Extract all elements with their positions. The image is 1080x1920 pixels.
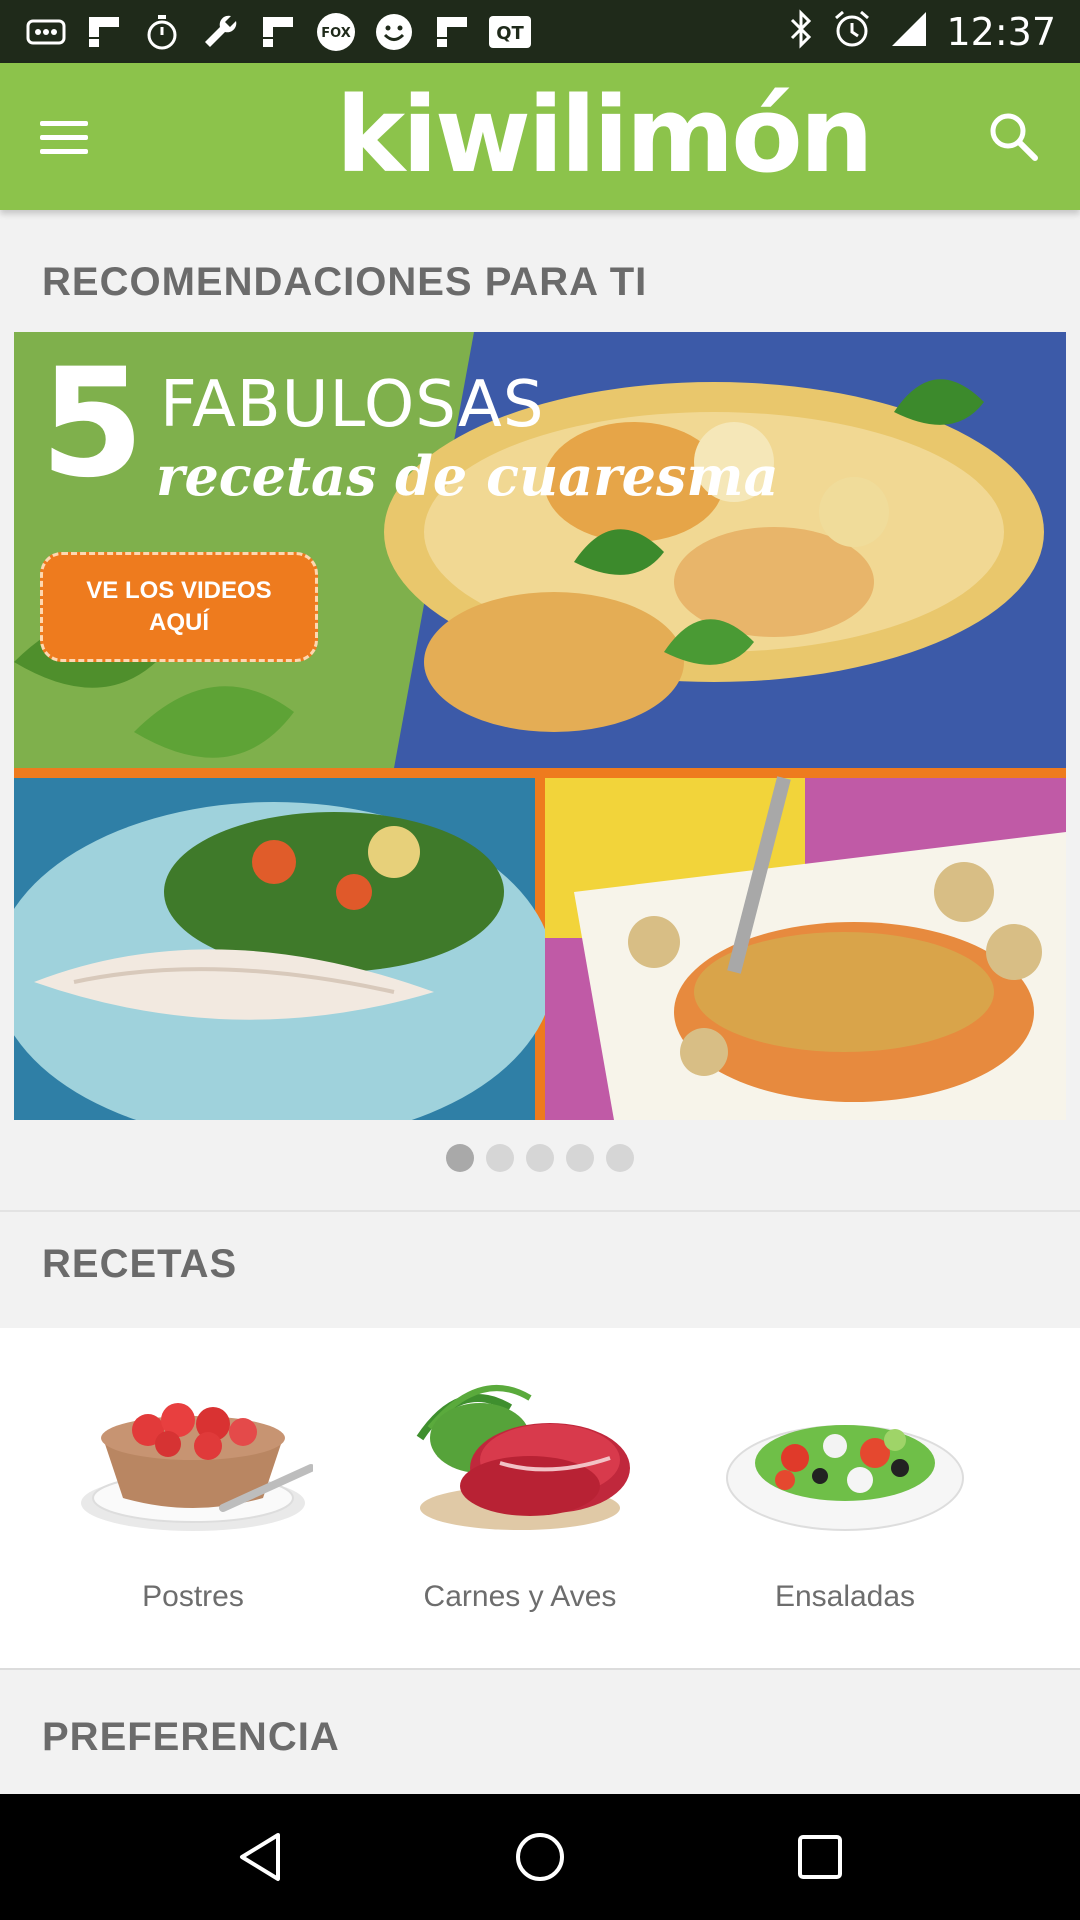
stopwatch-icon	[140, 10, 184, 54]
recommendation-banner[interactable]: 5 FABULOSAS recetas de cuaresma VE LOS V…	[14, 332, 1066, 1120]
recommendations-title: RECOMENDACIONES PARA TI	[42, 260, 648, 304]
search-button[interactable]	[984, 107, 1044, 167]
category-carnes-y-aves[interactable]: Carnes y Aves	[380, 1368, 660, 1628]
app-logo[interactable]: kiwilimón	[336, 83, 874, 187]
carousel-dot[interactable]	[446, 1144, 474, 1172]
category-label: Carnes y Aves	[423, 1580, 617, 1613]
section-divider	[0, 1210, 1080, 1212]
menu-icon	[40, 120, 88, 126]
recipe-categories[interactable]: Postres Carnes y Aves Ensaladas	[0, 1328, 1080, 1670]
bluetooth-icon	[788, 9, 814, 54]
flipboard-icon	[256, 10, 300, 54]
banner-word: FABULOSAS	[160, 368, 545, 442]
category-ensaladas[interactable]: Ensaladas	[705, 1368, 985, 1628]
main-content[interactable]: RECOMENDACIONES PARA TI 5 FABULOSAS rece…	[0, 210, 1080, 1794]
flipboard-icon	[82, 10, 126, 54]
home-icon	[516, 1833, 564, 1881]
preferences-title: PREFERENCIA	[42, 1715, 340, 1759]
banner-video-button[interactable]: VE LOS VIDEOS AQUÍ	[40, 552, 318, 662]
alarm-icon	[832, 9, 872, 54]
recipes-title: RECETAS	[42, 1242, 238, 1286]
svg-text:QT: QT	[496, 23, 524, 44]
svg-text:FOX: FOX	[321, 26, 351, 41]
category-next-partial[interactable]	[1030, 1368, 1080, 1628]
app-bar: kiwilimón	[0, 63, 1080, 210]
status-bar: FOX QT 12:37	[0, 0, 1080, 63]
wrench-icon	[198, 10, 242, 54]
fox-sports-icon: FOX	[314, 10, 358, 54]
carousel-dot[interactable]	[486, 1144, 514, 1172]
category-label: Ensaladas	[774, 1580, 916, 1613]
navigation-bar	[0, 1794, 1080, 1920]
dots-icon	[24, 10, 68, 54]
signal-icon	[890, 10, 928, 53]
category-postres[interactable]: Postres	[53, 1368, 333, 1628]
category-label: Postres	[142, 1580, 244, 1613]
menu-button[interactable]	[40, 111, 92, 163]
banner-cta-line2: AQUÍ	[149, 609, 209, 636]
recents-icon	[798, 1835, 842, 1879]
back-button[interactable]	[220, 1817, 300, 1897]
raw-meat-image	[416, 1385, 630, 1530]
home-button[interactable]	[500, 1817, 580, 1897]
banner-subtitle: recetas de cuaresma	[156, 444, 779, 508]
recents-button[interactable]	[780, 1817, 860, 1897]
carousel-dot[interactable]	[526, 1144, 554, 1172]
carousel-dot[interactable]	[606, 1144, 634, 1172]
banner-number: 5	[40, 337, 145, 511]
carousel-dot[interactable]	[566, 1144, 594, 1172]
banner-cta-line1: VE LOS VIDEOS	[86, 577, 272, 604]
back-icon	[240, 1833, 280, 1881]
qt-icon: QT	[488, 10, 532, 54]
flipboard-icon	[430, 10, 474, 54]
strawberry-dessert-image	[81, 1403, 315, 1531]
smiley-icon	[372, 10, 416, 54]
salad-image	[726, 1425, 964, 1531]
clock: 12:37	[946, 9, 1056, 54]
carousel-indicator	[0, 1144, 1080, 1172]
search-icon	[990, 113, 1038, 161]
